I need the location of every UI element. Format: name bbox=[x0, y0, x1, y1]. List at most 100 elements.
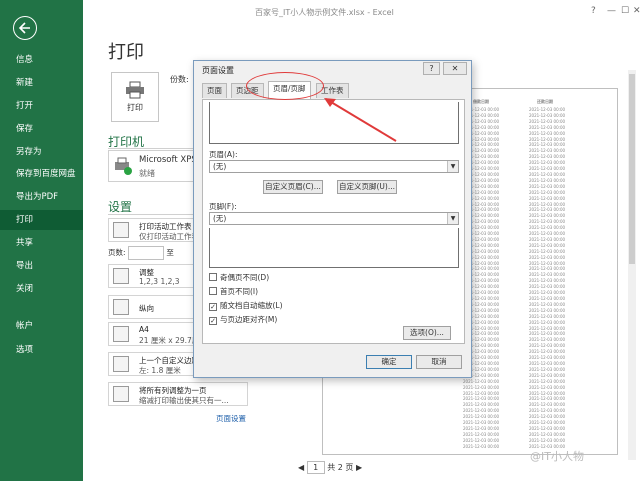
sidebar-item[interactable]: 导出为PDF bbox=[0, 187, 83, 207]
header-label: 页眉(A): bbox=[209, 150, 238, 159]
setting-label: 纵向 bbox=[139, 304, 154, 313]
chevron-down-icon: ▼ bbox=[447, 213, 458, 224]
preview-cell: 2021-12-03 00:00 bbox=[529, 118, 566, 124]
copies-label: 份数: bbox=[170, 75, 189, 84]
preview-cell: 2021-12-03 00:00 bbox=[463, 437, 500, 443]
first-page-checkbox[interactable]: 首页不同(I) bbox=[209, 286, 258, 297]
dialog-close-button[interactable]: ✕ bbox=[443, 62, 467, 75]
setting-sublabel: 仅打印活动工作表 bbox=[139, 232, 199, 241]
footer-label: 页脚(F): bbox=[209, 202, 237, 211]
custom-header-button[interactable]: 自定义页眉(C)... bbox=[263, 180, 323, 194]
checkbox-box[interactable] bbox=[209, 287, 217, 295]
preview-cell: 2021-12-03 00:00 bbox=[529, 366, 566, 372]
print-button-label: 打印 bbox=[127, 103, 143, 112]
sidebar-item[interactable]: 帐户 bbox=[0, 316, 83, 336]
sidebar-item[interactable]: 另存为 bbox=[0, 142, 83, 162]
next-page-icon[interactable]: ▶ bbox=[356, 463, 362, 472]
preview-cell: 2021-12-03 00:00 bbox=[529, 177, 566, 183]
maximize-button[interactable]: ☐ bbox=[621, 6, 629, 16]
margins-icon bbox=[113, 356, 129, 372]
sidebar-item[interactable]: 共享 bbox=[0, 233, 83, 253]
align-margins-checkbox[interactable]: ✓ 与页边距对齐(M) bbox=[209, 314, 277, 325]
header-select-value: (无) bbox=[213, 162, 227, 171]
prev-page-icon[interactable]: ◀ bbox=[298, 463, 304, 472]
footer-select-value: (无) bbox=[213, 214, 227, 223]
preview-cell: 2021-12-03 00:00 bbox=[463, 425, 500, 431]
sidebar-item[interactable]: 新建 bbox=[0, 73, 83, 93]
current-page-input[interactable]: 1 bbox=[306, 461, 325, 474]
preview-cell: 2021-12-03 00:00 bbox=[529, 372, 566, 378]
preview-cell: 2021-12-03 00:00 bbox=[529, 236, 566, 242]
preview-cell: 2021-12-03 00:00 bbox=[529, 307, 566, 313]
preview-cell: 2021-12-03 00:00 bbox=[529, 378, 566, 384]
sidebar-item[interactable]: 导出 bbox=[0, 256, 83, 276]
printer-device-icon bbox=[115, 157, 132, 175]
sidebar-item[interactable]: 打开 bbox=[0, 96, 83, 116]
dialog-help-button[interactable]: ? bbox=[423, 62, 440, 75]
title-bar: 百家号_IT小人物示例文件.xlsx - Excel ? — ☐ ✕ bbox=[83, 0, 640, 26]
header-select[interactable]: (无) ▼ bbox=[209, 160, 459, 173]
setting-sublabel: 左: 1.8 厘米 bbox=[139, 366, 181, 375]
sidebar-item[interactable]: 保存到百度网盘 bbox=[0, 164, 83, 184]
preview-cell: 2021-12-03 00:00 bbox=[529, 242, 566, 248]
preview-cell: 2021-12-03 00:00 bbox=[529, 130, 566, 136]
checkbox-box[interactable] bbox=[209, 273, 217, 281]
ok-button[interactable]: 确定 bbox=[366, 355, 412, 369]
scaling-setting[interactable]: 将所有列调整为一页 缩减打印输出使其只有一... bbox=[108, 382, 248, 406]
checkbox-label: 奇偶页不同(D) bbox=[220, 273, 270, 282]
preview-cell: 2021-12-03 00:00 bbox=[529, 248, 566, 254]
page-setup-link[interactable]: 页面设置 bbox=[216, 413, 246, 424]
pages-label: 页数: bbox=[108, 248, 126, 257]
preview-cell: 2021-12-03 00:00 bbox=[529, 124, 566, 130]
preview-header: 还款日期 bbox=[537, 99, 553, 104]
preview-cell: 2021-12-03 00:00 bbox=[463, 431, 500, 437]
sidebar-item[interactable]: 关闭 bbox=[0, 279, 83, 299]
preview-cell: 2021-12-03 00:00 bbox=[529, 431, 566, 437]
printer-status: 就绪 bbox=[139, 169, 155, 178]
preview-cell: 2021-12-03 00:00 bbox=[529, 189, 566, 195]
preview-cell: 2021-12-03 00:00 bbox=[529, 301, 566, 307]
pages-from-input[interactable] bbox=[127, 246, 164, 260]
pages-to-label: 至 bbox=[166, 248, 174, 257]
page-navigator: ◀ 1 共 2 页 ▶ bbox=[298, 461, 362, 474]
custom-footer-button[interactable]: 自定义页脚(U)... bbox=[337, 180, 397, 194]
preview-cell: 2021-12-03 00:00 bbox=[529, 360, 566, 366]
options-button[interactable]: 选项(O)... bbox=[403, 326, 451, 340]
annotation-ellipse bbox=[246, 72, 324, 100]
tab-page[interactable]: 页面 bbox=[202, 83, 227, 98]
preview-cell: 2021-12-03 00:00 bbox=[529, 183, 566, 189]
preview-cell: 2021-12-03 00:00 bbox=[463, 378, 500, 384]
scale-with-doc-checkbox[interactable]: ✓ 随文档自动缩放(L) bbox=[209, 300, 283, 311]
odd-even-checkbox[interactable]: 奇偶页不同(D) bbox=[209, 272, 269, 283]
preview-cell: 2021-12-03 00:00 bbox=[529, 319, 566, 325]
preview-cell: 2021-12-03 00:00 bbox=[529, 171, 566, 177]
footer-select[interactable]: (无) ▼ bbox=[209, 212, 459, 225]
vertical-scrollbar[interactable] bbox=[628, 70, 636, 460]
help-icon[interactable]: ? bbox=[591, 6, 596, 16]
pages-range: 页数: 至 bbox=[108, 246, 174, 260]
worksheet-icon bbox=[113, 222, 129, 238]
cancel-button[interactable]: 取消 bbox=[416, 355, 462, 369]
annotation-arrow-icon bbox=[324, 98, 397, 142]
portrait-icon bbox=[113, 299, 129, 315]
paper-icon bbox=[113, 326, 129, 342]
minimize-button[interactable]: — bbox=[607, 6, 616, 16]
checkmark-icon[interactable]: ✓ bbox=[209, 317, 217, 325]
preview-cell: 2021-12-03 00:00 bbox=[529, 313, 566, 319]
setting-sublabel: 1,2,3 1,2,3 bbox=[139, 277, 180, 286]
checkbox-label: 与页边距对齐(M) bbox=[220, 315, 278, 324]
backstage-sidebar: 信息新建打开保存另存为 保存到百度网盘 导出为PDF 打印共享导出关闭帐户选项 bbox=[0, 0, 83, 481]
preview-cell: 2021-12-03 00:00 bbox=[463, 443, 500, 449]
scrollbar-thumb[interactable] bbox=[629, 74, 635, 264]
sidebar-item[interactable]: 选项 bbox=[0, 340, 83, 360]
preview-cell: 2021-12-03 00:00 bbox=[529, 425, 566, 431]
back-arrow-icon[interactable] bbox=[13, 16, 37, 40]
checkmark-icon[interactable]: ✓ bbox=[209, 303, 217, 311]
preview-cell: 2021-12-03 00:00 bbox=[529, 112, 566, 118]
print-button[interactable]: 打印 bbox=[111, 72, 159, 122]
sidebar-item[interactable]: 打印 bbox=[0, 210, 83, 230]
setting-label: A4 bbox=[139, 325, 149, 334]
close-window-button[interactable]: ✕ bbox=[633, 6, 640, 16]
sidebar-item[interactable]: 信息 bbox=[0, 50, 83, 70]
sidebar-item[interactable]: 保存 bbox=[0, 119, 83, 139]
